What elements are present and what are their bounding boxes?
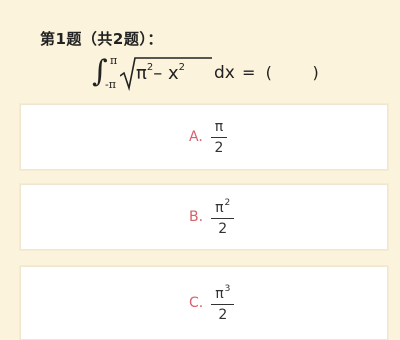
fraction-numerator: π3 [211,283,235,305]
option-a-button[interactable]: A. π 2 [20,104,388,170]
fraction-denominator: 2 [218,220,228,237]
option-letter: C. [189,295,204,311]
radicand-x: x [167,63,179,84]
option-c-content: C. π3 2 [189,267,235,339]
option-fraction: π3 2 [211,283,235,323]
option-c-button[interactable]: C. π3 2 [20,266,388,340]
option-b-content: B. π2 2 [189,185,235,249]
fraction-denominator: 2 [214,139,224,156]
numerator-value: π [215,199,224,216]
option-letter: A. [189,129,203,145]
answer-blank: = ( ) [242,63,319,82]
question-header: 第1题（共2题）： [40,30,163,48]
fraction-numerator: π2 [211,197,235,219]
fraction-numerator: π [210,118,228,138]
radicand-pi: π [136,63,147,84]
option-fraction: π 2 [210,118,228,156]
option-b-button[interactable]: B. π2 2 [20,184,388,250]
numerator-exponent: 2 [224,197,231,208]
integral-upper-limit: π [110,54,118,67]
numerator-value: π [214,118,224,135]
quiz-page: 第1题（共2题）： ∫ π -π π2– x2 dx = ( ) A. π 2 … [6,0,394,340]
option-fraction: π2 2 [211,197,235,237]
radicand: π2– x2 [136,62,185,84]
radicand-minus: – [153,63,163,84]
numerator-value: π [215,285,224,302]
differential: dx [214,63,235,83]
question-formula: ∫ π -π π2– x2 dx = ( ) [92,52,352,96]
option-a-content: A. π 2 [189,105,228,169]
radicand-x-exponent: 2 [178,62,185,73]
numerator-exponent: 3 [224,283,231,294]
option-letter: B. [189,209,204,225]
fraction-denominator: 2 [218,306,228,323]
integral-lower-limit: -π [105,78,116,91]
